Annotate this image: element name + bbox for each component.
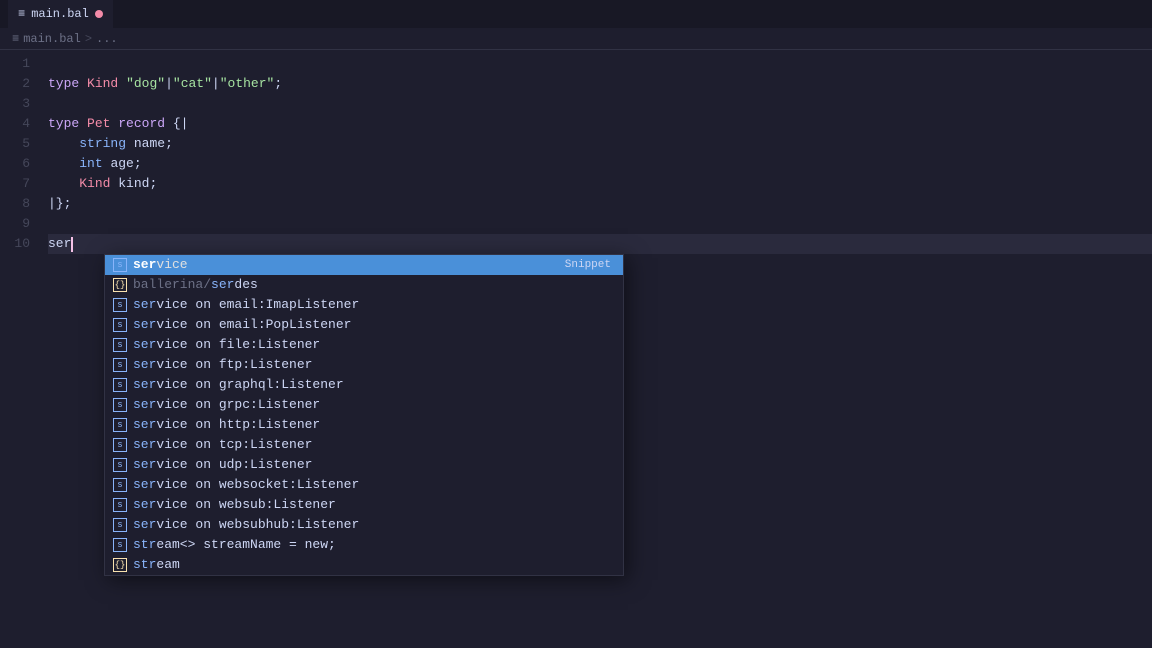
ac-item-service-http[interactable]: s service on http:Listener	[105, 415, 623, 435]
code-line-8: |};	[48, 194, 1152, 214]
ac-label-6: service on ftp:Listener	[133, 355, 615, 375]
ac-icon-square-5: s	[113, 338, 127, 352]
ac-icon-square-3: s	[113, 298, 127, 312]
line-num-8: 8	[0, 194, 40, 214]
breadcrumb-file[interactable]: main.bal	[23, 32, 81, 46]
ac-icon-square-6: s	[113, 358, 127, 372]
code-line-9	[48, 214, 1152, 234]
ac-item-ballerina-serdes[interactable]: {} ballerina/serdes	[105, 275, 623, 295]
ac-label-8: service on grpc:Listener	[133, 395, 615, 415]
ac-label-11: service on udp:Listener	[133, 455, 615, 475]
editor: 1 2 3 4 5 6 7 8 9 10 type Kind "dog"|"ca…	[0, 50, 1152, 648]
ac-item-stream[interactable]: {} stream	[105, 555, 623, 575]
ac-label-1: service	[133, 255, 559, 275]
ac-item-service-snippet[interactable]: s service Snippet	[105, 255, 623, 275]
ac-icon-square-7: s	[113, 378, 127, 392]
code-line-1	[48, 54, 1152, 74]
line-num-6: 6	[0, 154, 40, 174]
line-num-5: 5	[0, 134, 40, 154]
ac-label-5: service on file:Listener	[133, 335, 615, 355]
ac-icon-square-15: s	[113, 538, 127, 552]
ac-icon-square-11: s	[113, 458, 127, 472]
ac-icon-square-9: s	[113, 418, 127, 432]
ac-label-4: service on email:PopListener	[133, 315, 615, 335]
ac-label-7: service on graphql:Listener	[133, 375, 615, 395]
title-bar: ≡ main.bal	[0, 0, 1152, 28]
code-line-5: string name;	[48, 134, 1152, 154]
editor-tab[interactable]: ≡ main.bal	[8, 0, 113, 28]
line-num-7: 7	[0, 174, 40, 194]
ac-icon-square-4: s	[113, 318, 127, 332]
ac-icon-square-14: s	[113, 518, 127, 532]
ac-item-service-tcp[interactable]: s service on tcp:Listener	[105, 435, 623, 455]
tab-file-icon: ≡	[18, 7, 25, 21]
ac-icon-square-8: s	[113, 398, 127, 412]
ac-label-12: service on websocket:Listener	[133, 475, 615, 495]
ac-item-service-file[interactable]: s service on file:Listener	[105, 335, 623, 355]
line-num-10: 10	[0, 234, 40, 254]
ac-label-15: stream<> streamName = new;	[133, 535, 615, 555]
line-num-2: 2	[0, 74, 40, 94]
code-line-7: Kind kind;	[48, 174, 1152, 194]
code-line-6: int age;	[48, 154, 1152, 174]
breadcrumb-file-icon: ≡	[12, 32, 19, 46]
code-line-4: type Pet record {|	[48, 114, 1152, 134]
ac-label-10: service on tcp:Listener	[133, 435, 615, 455]
ac-icon-square-10: s	[113, 438, 127, 452]
ac-icon-square-1: s	[113, 258, 127, 272]
tab-modified-dot	[95, 10, 103, 18]
line-num-1: 1	[0, 54, 40, 74]
ac-icon-square-12: s	[113, 478, 127, 492]
code-area[interactable]: type Kind "dog"|"cat"|"other"; type Pet …	[40, 50, 1152, 648]
breadcrumb: ≡ main.bal > ...	[0, 28, 1152, 50]
ac-label-2: ballerina/serdes	[133, 275, 615, 295]
breadcrumb-sep: >	[85, 32, 92, 46]
ac-item-service-email-imap[interactable]: s service on email:ImapListener	[105, 295, 623, 315]
ac-item-service-graphql[interactable]: s service on graphql:Listener	[105, 375, 623, 395]
line-num-3: 3	[0, 94, 40, 114]
line-num-9: 9	[0, 214, 40, 234]
ac-item-service-ftp[interactable]: s service on ftp:Listener	[105, 355, 623, 375]
ac-label-9: service on http:Listener	[133, 415, 615, 435]
breadcrumb-path: ...	[96, 32, 118, 46]
ac-tag-1: Snippet	[565, 255, 615, 275]
tab-filename: main.bal	[31, 7, 89, 21]
autocomplete-dropdown[interactable]: s service Snippet {} ballerina/serdes s …	[104, 254, 624, 576]
ac-icon-square-13: s	[113, 498, 127, 512]
ac-label-13: service on websub:Listener	[133, 495, 615, 515]
ac-item-service-udp[interactable]: s service on udp:Listener	[105, 455, 623, 475]
ac-item-stream-new[interactable]: s stream<> streamName = new;	[105, 535, 623, 555]
text-cursor	[71, 237, 73, 252]
ac-label-16: stream	[133, 555, 615, 575]
code-line-10: ser	[48, 234, 1152, 254]
ac-item-service-websubhub[interactable]: s service on websubhub:Listener	[105, 515, 623, 535]
ac-label-14: service on websubhub:Listener	[133, 515, 615, 535]
ac-item-service-websocket[interactable]: s service on websocket:Listener	[105, 475, 623, 495]
code-line-2: type Kind "dog"|"cat"|"other";	[48, 74, 1152, 94]
ac-item-service-websub[interactable]: s service on websub:Listener	[105, 495, 623, 515]
ac-item-service-email-pop[interactable]: s service on email:PopListener	[105, 315, 623, 335]
line-numbers: 1 2 3 4 5 6 7 8 9 10	[0, 50, 40, 648]
line-num-4: 4	[0, 114, 40, 134]
code-line-3	[48, 94, 1152, 114]
ac-icon-func-16: {}	[113, 558, 127, 572]
ac-icon-func-1: {}	[113, 278, 127, 292]
ac-label-3: service on email:ImapListener	[133, 295, 615, 315]
ac-item-service-grpc[interactable]: s service on grpc:Listener	[105, 395, 623, 415]
